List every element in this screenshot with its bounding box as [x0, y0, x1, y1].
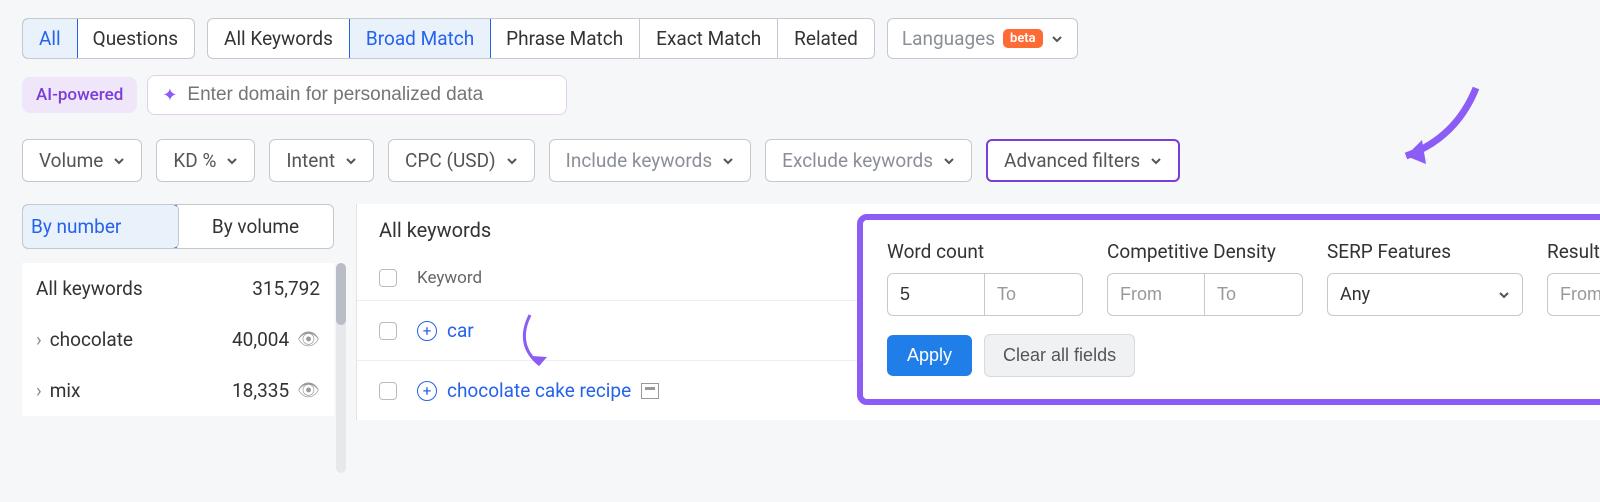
- filter-volume-label: Volume: [39, 149, 103, 172]
- tab-exact-match[interactable]: Exact Match: [640, 19, 778, 58]
- filter-cpc-label: CPC (USD): [405, 149, 496, 172]
- select-all-checkbox[interactable]: [379, 269, 397, 287]
- sidebar-row-all[interactable]: All keywords 315,792: [22, 263, 334, 314]
- keyword-cell[interactable]: + chocolate cake recipe: [417, 379, 837, 402]
- serp-icon[interactable]: [641, 383, 659, 399]
- tab-all[interactable]: All: [22, 18, 78, 59]
- sidebar-count-text: 18,335: [232, 379, 289, 402]
- sidebar-all-label: All keywords: [36, 277, 143, 300]
- filter-include[interactable]: Include keywords: [549, 139, 752, 182]
- word-count-from[interactable]: [887, 273, 985, 316]
- sidebar-item-text: mix: [50, 379, 81, 402]
- row-checkbox[interactable]: [379, 382, 397, 400]
- languages-dropdown[interactable]: Languages beta: [887, 18, 1078, 59]
- chevron-down-icon: [722, 155, 734, 167]
- chevron-down-icon: [943, 155, 955, 167]
- word-count-filter: Word count: [887, 240, 1083, 316]
- chevron-down-icon: [226, 155, 238, 167]
- eye-icon[interactable]: 👁: [297, 329, 320, 350]
- sidebar-count-text: 40,004: [232, 328, 289, 351]
- sidebar-item-count: 40,004 👁: [232, 328, 320, 351]
- tab-related[interactable]: Related: [778, 19, 874, 58]
- serp-features-select[interactable]: Any: [1327, 273, 1523, 316]
- ai-row: AI-powered ✦: [0, 69, 1600, 121]
- keyword-cell[interactable]: + car: [417, 319, 837, 342]
- top-tab-bar: All Questions All Keywords Broad Match P…: [0, 0, 1600, 69]
- keyword-link[interactable]: car: [447, 319, 474, 342]
- competitive-density-filter: Competitive Density: [1107, 240, 1303, 316]
- filter-kd-label: KD %: [173, 149, 216, 172]
- beta-badge: beta: [1003, 29, 1043, 48]
- competitive-from[interactable]: [1107, 273, 1205, 316]
- table-title: All keywords: [379, 218, 491, 242]
- scrollbar-thumb[interactable]: [336, 263, 346, 325]
- serp-features-label: SERP Features: [1327, 240, 1523, 263]
- sidebar-row-chocolate[interactable]: › chocolate 40,004 👁: [22, 314, 334, 365]
- tab-phrase-match[interactable]: Phrase Match: [490, 19, 640, 58]
- clear-all-button[interactable]: Clear all fields: [984, 334, 1135, 377]
- languages-label: Languages: [902, 27, 995, 50]
- filter-advanced-label: Advanced filters: [1004, 149, 1140, 172]
- chevron-right-icon: ›: [36, 379, 42, 402]
- chevron-down-icon: [1498, 289, 1510, 301]
- tab-group-match: All Keywords Broad Match Phrase Match Ex…: [207, 18, 875, 59]
- col-keyword[interactable]: Keyword: [417, 268, 837, 288]
- sidebar-item-text: chocolate: [50, 328, 133, 351]
- filter-include-label: Include keywords: [566, 149, 713, 172]
- sidebar-tab-volume[interactable]: By volume: [178, 205, 333, 248]
- competitive-to[interactable]: [1205, 273, 1303, 316]
- advanced-filters-panel: Word count Competitive Density SERP Feat…: [857, 214, 1600, 405]
- sidebar-item-label: › mix: [36, 379, 80, 402]
- filter-volume[interactable]: Volume: [22, 139, 142, 182]
- sidebar-all-count: 315,792: [252, 277, 320, 300]
- row-checkbox[interactable]: [379, 322, 397, 340]
- sparkle-icon: ✦: [162, 85, 177, 106]
- filter-row: Volume KD % Intent CPC (USD) Include key…: [0, 121, 1600, 192]
- chevron-down-icon: [345, 155, 357, 167]
- filter-intent-label: Intent: [286, 149, 335, 172]
- sidebar-row-mix[interactable]: › mix 18,335 👁: [22, 365, 334, 416]
- filter-advanced[interactable]: Advanced filters: [986, 139, 1180, 182]
- table-area: All keywords Update0/1, Keyword m. SF + …: [356, 204, 1600, 420]
- main-area: By number By volume All keywords 315,792…: [0, 192, 1600, 420]
- filter-exclude[interactable]: Exclude keywords: [765, 139, 972, 182]
- serp-features-filter: SERP Features Any: [1327, 240, 1523, 316]
- tab-all-keywords[interactable]: All Keywords: [208, 19, 350, 58]
- results-from[interactable]: [1547, 273, 1600, 316]
- chevron-down-icon: [113, 155, 125, 167]
- sidebar-item-count: 18,335 👁: [232, 379, 320, 402]
- tab-group-type: All Questions: [22, 18, 195, 59]
- ai-powered-badge: AI-powered: [22, 77, 137, 113]
- competitive-label: Competitive Density: [1107, 240, 1303, 263]
- serp-any-label: Any: [1340, 284, 1370, 305]
- filter-kd[interactable]: KD %: [156, 139, 255, 182]
- filter-cpc[interactable]: CPC (USD): [388, 139, 535, 182]
- sidebar: By number By volume All keywords 315,792…: [22, 204, 334, 420]
- word-count-to[interactable]: [985, 273, 1083, 316]
- chevron-down-icon: [1051, 33, 1063, 45]
- results-serp-label: Results in SERP: [1547, 240, 1600, 263]
- domain-input[interactable]: [187, 84, 552, 106]
- chevron-down-icon: [506, 155, 518, 167]
- sidebar-tabs: By number By volume: [22, 204, 334, 249]
- chevron-right-icon: ›: [36, 328, 42, 351]
- keyword-link[interactable]: chocolate cake recipe: [447, 379, 631, 402]
- tab-questions[interactable]: Questions: [77, 19, 194, 58]
- word-count-label: Word count: [887, 240, 1083, 263]
- add-icon[interactable]: +: [417, 381, 437, 401]
- add-icon[interactable]: +: [417, 321, 437, 341]
- filter-intent[interactable]: Intent: [269, 139, 374, 182]
- sidebar-item-label: › chocolate: [36, 328, 133, 351]
- sidebar-tab-number[interactable]: By number: [22, 204, 179, 249]
- chevron-down-icon: [1150, 155, 1162, 167]
- apply-button[interactable]: Apply: [887, 335, 972, 376]
- eye-icon[interactable]: 👁: [297, 380, 320, 401]
- filter-exclude-label: Exclude keywords: [782, 149, 933, 172]
- domain-input-wrap[interactable]: ✦: [147, 75, 567, 115]
- results-serp-filter: Results in SERP: [1547, 240, 1600, 316]
- sidebar-list: All keywords 315,792 ›chocolate 40,004👁 …: [22, 263, 334, 416]
- tab-broad-match[interactable]: Broad Match: [349, 18, 491, 59]
